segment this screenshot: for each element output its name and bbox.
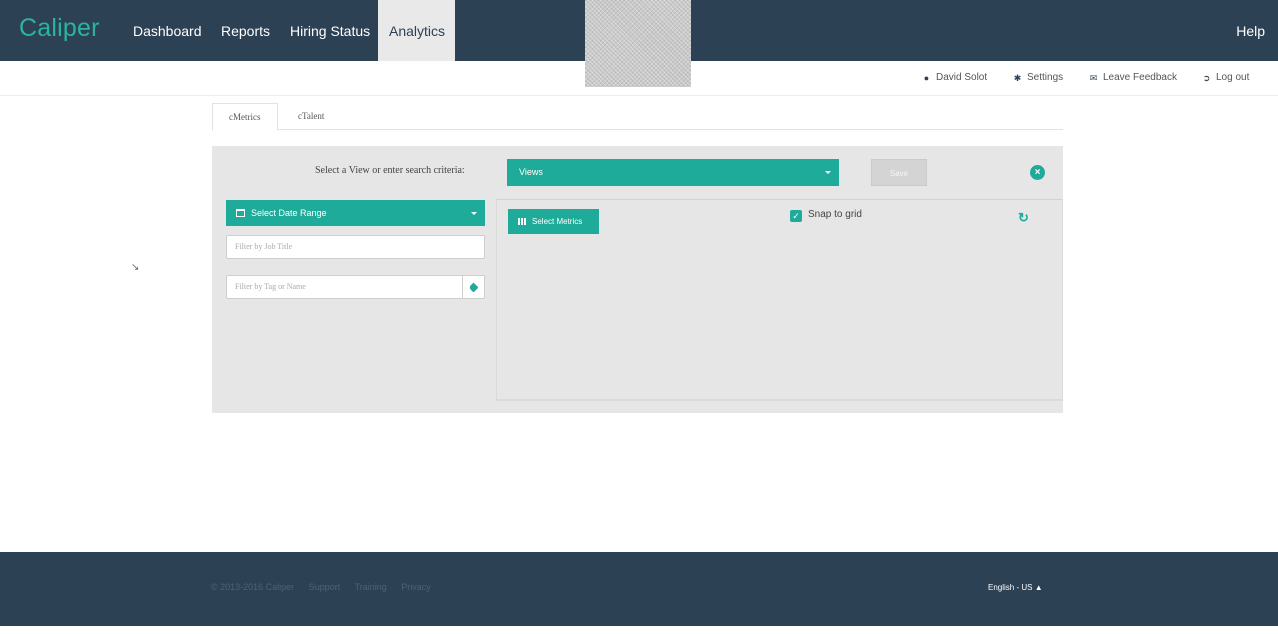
tag-name-filter-input[interactable]: Filter by Tag or Name [226, 275, 463, 299]
app-logo[interactable]: Caliper [19, 14, 100, 43]
date-range-dropdown[interactable]: Select Date Range [226, 200, 485, 226]
save-button[interactable]: Save [871, 159, 927, 186]
views-dropdown[interactable]: Views [507, 159, 839, 186]
footer-link-training[interactable]: Training [355, 582, 387, 592]
checkmark-icon: ✓ [790, 210, 802, 222]
user-menu[interactable]: ● David Solot [922, 72, 987, 83]
tab-ctalent[interactable]: cTalent [282, 103, 340, 130]
analytics-panel: Select a View or enter search criteria: … [212, 146, 1063, 413]
feedback-label: Leave Feedback [1103, 72, 1177, 83]
language-label: English - US [988, 583, 1033, 592]
gear-icon: ✱ [1013, 73, 1022, 83]
nav-dashboard[interactable]: Dashboard [122, 0, 213, 61]
copyright-text: © 2013-2016 Caliper [211, 582, 295, 592]
user-name: David Solot [936, 72, 988, 83]
tab-bar: cMetrics cTalent [212, 103, 1063, 131]
language-selector[interactable]: English - US ▲ [983, 581, 1048, 594]
snap-to-grid-label: Snap to grid [808, 209, 862, 220]
envelope-icon: ✉ [1089, 73, 1098, 83]
leave-feedback-link[interactable]: ✉ Leave Feedback [1089, 72, 1177, 83]
footer-link-privacy[interactable]: Privacy [401, 582, 431, 592]
footer-links: © 2013-2016 Caliper Support Training Pri… [211, 582, 443, 592]
views-label: Views [519, 167, 543, 177]
user-icon: ● [923, 73, 930, 83]
footer: © 2013-2016 Caliper Support Training Pri… [0, 552, 1278, 626]
date-range-label: Select Date Range [251, 208, 327, 218]
snap-to-grid-checkbox[interactable]: ✓ Snap to grid [790, 209, 862, 222]
tag-icon [468, 282, 479, 293]
mouse-cursor-icon: ↘ [131, 262, 140, 273]
reset-icon[interactable]: ↻ [1018, 210, 1029, 226]
logout-icon: ➲ [1202, 73, 1211, 83]
job-title-filter-input[interactable]: Filter by Job Title [226, 235, 485, 259]
nav-analytics[interactable]: Analytics [378, 0, 455, 61]
nav-reports[interactable]: Reports [210, 0, 281, 61]
settings-label: Settings [1027, 72, 1064, 83]
chevron-up-icon: ▲ [1034, 583, 1043, 592]
logout-label: Log out [1216, 72, 1250, 83]
help-link[interactable]: Help [1236, 0, 1265, 62]
tag-button[interactable] [462, 275, 485, 299]
select-metrics-label: Select Metrics [532, 217, 583, 226]
close-icon[interactable]: × [1030, 165, 1045, 180]
criteria-label: Select a View or enter search criteria: [315, 165, 465, 176]
footer-link-support[interactable]: Support [309, 582, 341, 592]
select-metrics-button[interactable]: Select Metrics [508, 209, 599, 234]
metrics-divider [496, 400, 1063, 409]
tab-cmetrics[interactable]: cMetrics [212, 103, 278, 131]
save-label: Save [889, 169, 909, 178]
settings-link[interactable]: ✱ Settings [1013, 72, 1063, 83]
calendar-icon [236, 209, 245, 217]
chevron-down-icon [825, 171, 831, 174]
logout-link[interactable]: ➲ Log out [1202, 72, 1250, 83]
table-icon [518, 218, 526, 225]
nav-hiring-status[interactable]: Hiring Status [279, 0, 381, 61]
user-bar: ● David Solot ✱ Settings ✉ Leave Feedback ➲… [0, 61, 1278, 96]
chevron-down-icon [471, 212, 477, 215]
